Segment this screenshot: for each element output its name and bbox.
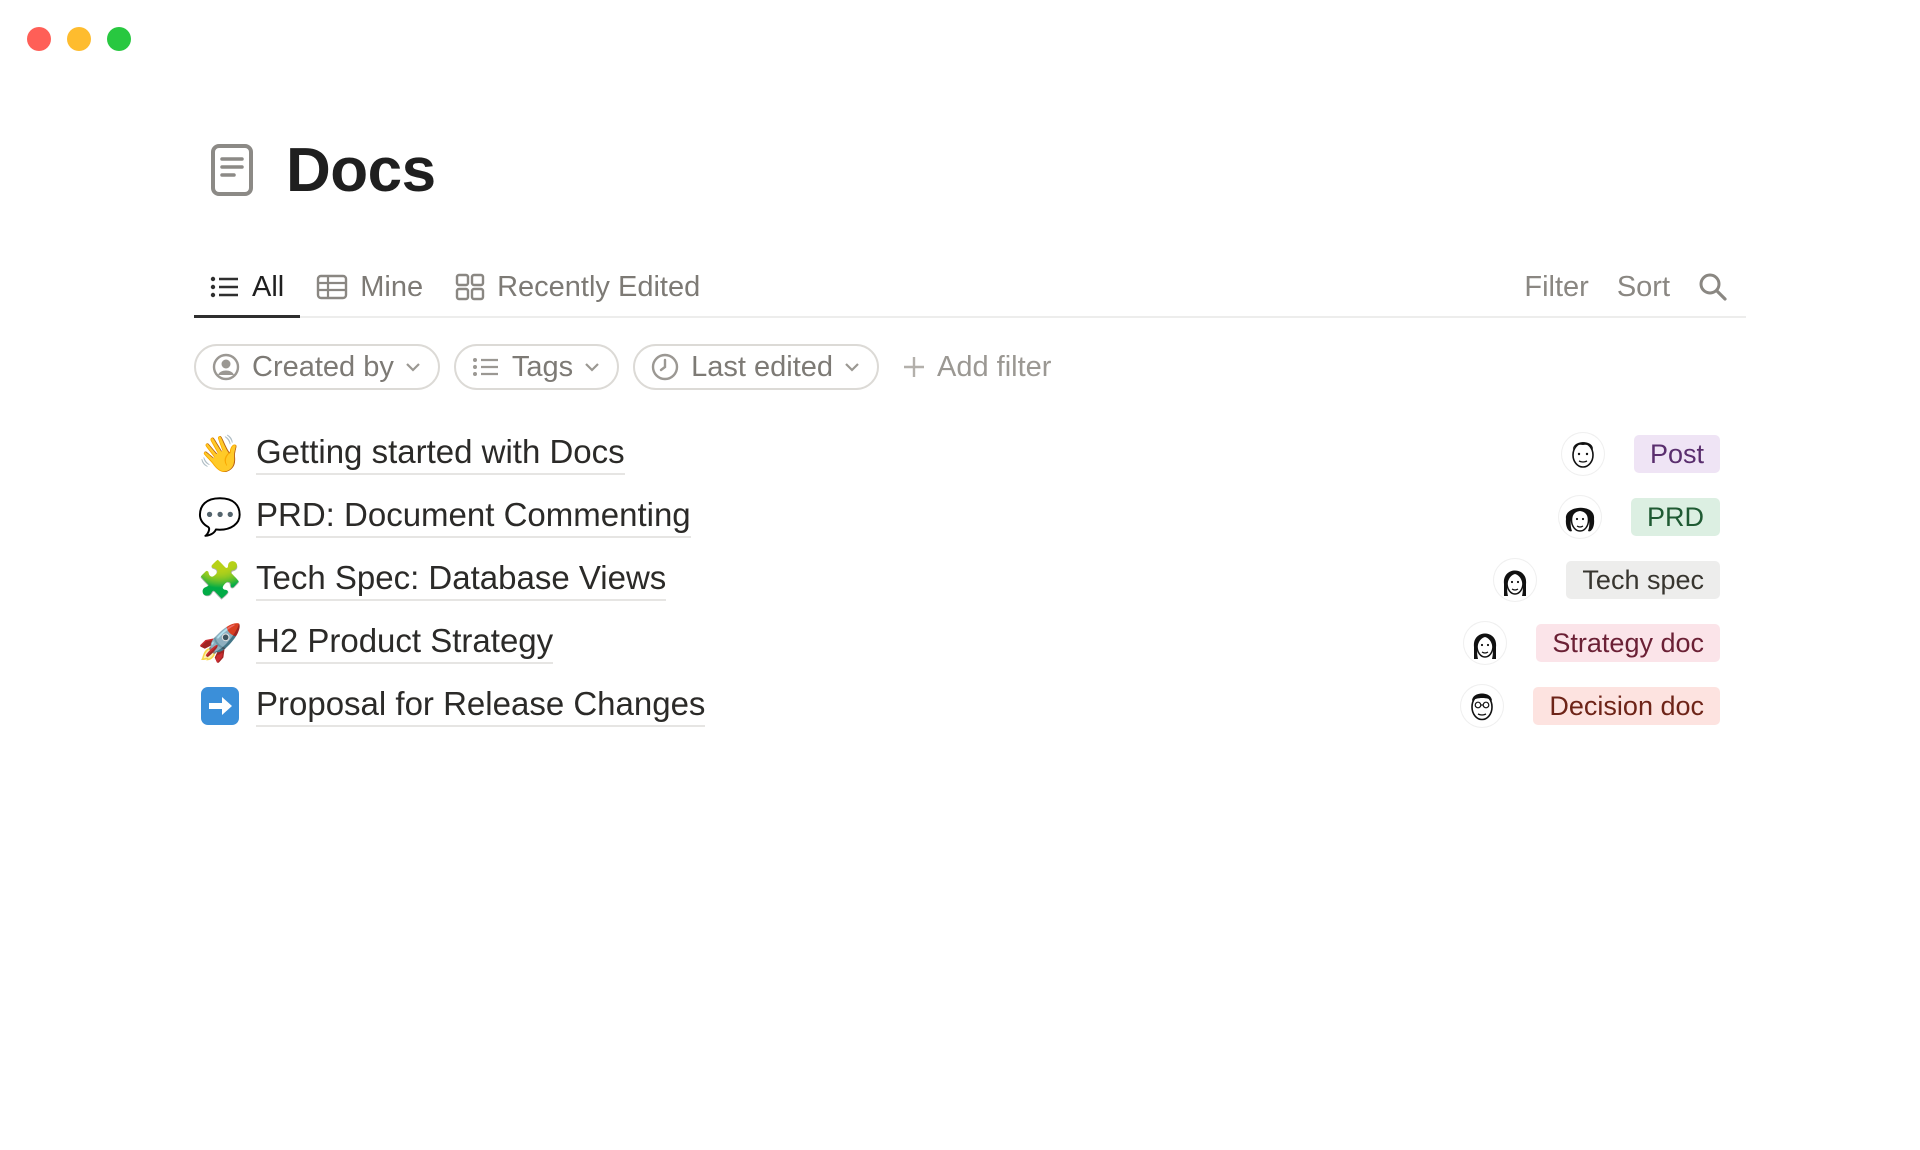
add-filter-button[interactable]: Add filter <box>901 351 1051 384</box>
view-tabs: All Mine Recently Edited Filter Sort <box>194 258 1746 318</box>
list-item[interactable]: 👋 Getting started with Docs Post <box>194 422 1746 485</box>
doc-meta: Strategy doc <box>1464 611 1720 674</box>
add-filter-label: Add filter <box>937 350 1052 383</box>
clock-icon <box>651 353 679 381</box>
tag-badge: Strategy doc <box>1536 623 1720 662</box>
sort-button[interactable]: Sort <box>1617 271 1670 304</box>
filter-button[interactable]: Filter <box>1524 271 1588 304</box>
app-window: Docs All Mine Recently Edited Filter Sor… <box>0 0 1920 1150</box>
tag-badge: Decision doc <box>1533 686 1720 725</box>
doc-meta: Decision doc <box>1461 674 1720 737</box>
puzzle-piece-icon: 🧩 <box>197 558 243 600</box>
right-arrow-icon <box>198 684 242 728</box>
doc-meta: PRD <box>1558 485 1720 548</box>
tab-label: Recently Edited <box>497 270 701 303</box>
doc-meta: Tech spec <box>1494 548 1720 611</box>
gallery-icon <box>455 273 485 301</box>
chevron-down-icon <box>843 361 861 373</box>
avatar[interactable] <box>1561 432 1604 475</box>
list-icon <box>210 275 240 299</box>
table-icon <box>316 274 348 300</box>
chevron-down-icon <box>404 361 422 373</box>
avatar[interactable] <box>1558 495 1601 538</box>
speech-bubble-icon: 💬 <box>197 495 243 537</box>
filter-label: Created by <box>252 350 394 383</box>
waving-hand-icon: 👋 <box>197 432 243 474</box>
page-header: Docs <box>208 130 1746 210</box>
list-item[interactable]: Proposal for Release Changes Decision do… <box>194 674 1746 737</box>
doc-title[interactable]: PRD: Document Commenting <box>256 496 691 538</box>
list-item[interactable]: 🚀 H2 Product Strategy Strategy doc <box>194 611 1746 674</box>
chevron-down-icon <box>583 361 601 373</box>
tab-mine[interactable]: Mine <box>300 258 439 316</box>
tags-filter[interactable]: Tags <box>453 344 620 390</box>
doc-list: 👋 Getting started with Docs Post 💬 PRD: … <box>194 422 1746 737</box>
tab-label: All <box>252 270 285 303</box>
minimize-window-button[interactable] <box>67 27 91 51</box>
created-by-filter[interactable]: Created by <box>194 344 440 390</box>
avatar[interactable] <box>1464 621 1507 664</box>
last-edited-filter[interactable]: Last edited <box>633 344 880 390</box>
list-icon <box>472 356 500 378</box>
filter-label: Last edited <box>691 350 834 383</box>
tag-badge: PRD <box>1630 497 1720 536</box>
doc-title[interactable]: H2 Product Strategy <box>256 622 554 664</box>
doc-meta: Post <box>1561 422 1720 485</box>
doc-title[interactable]: Tech Spec: Database Views <box>256 559 667 601</box>
tag-badge: Tech spec <box>1566 560 1720 599</box>
avatar[interactable] <box>1494 558 1537 601</box>
avatar[interactable] <box>1461 684 1504 727</box>
rocket-icon: 🚀 <box>197 621 243 663</box>
filter-label: Tags <box>511 350 574 383</box>
tab-label: Mine <box>360 270 424 303</box>
person-icon <box>212 353 240 381</box>
zoom-window-button[interactable] <box>107 27 131 51</box>
list-item[interactable]: 🧩 Tech Spec: Database Views Tech spec <box>194 548 1746 611</box>
plus-icon <box>901 354 927 380</box>
page-content: Docs All Mine Recently Edited Filter Sor… <box>194 130 1746 737</box>
tab-all[interactable]: All <box>194 258 301 318</box>
document-icon[interactable] <box>208 141 256 199</box>
doc-title[interactable]: Proposal for Release Changes <box>256 685 706 727</box>
filter-bar: Created by Tags Last edited Add filter <box>194 342 1746 392</box>
doc-title[interactable]: Getting started with Docs <box>256 433 625 475</box>
tag-badge: Post <box>1633 434 1720 473</box>
view-toolbar: Filter Sort <box>1524 258 1746 316</box>
close-window-button[interactable] <box>27 27 51 51</box>
tab-recently-edited[interactable]: Recently Edited <box>439 258 716 316</box>
window-controls <box>27 27 131 51</box>
list-item[interactable]: 💬 PRD: Document Commenting PRD <box>194 485 1746 548</box>
search-icon[interactable] <box>1698 272 1728 302</box>
page-title: Docs <box>286 135 436 205</box>
